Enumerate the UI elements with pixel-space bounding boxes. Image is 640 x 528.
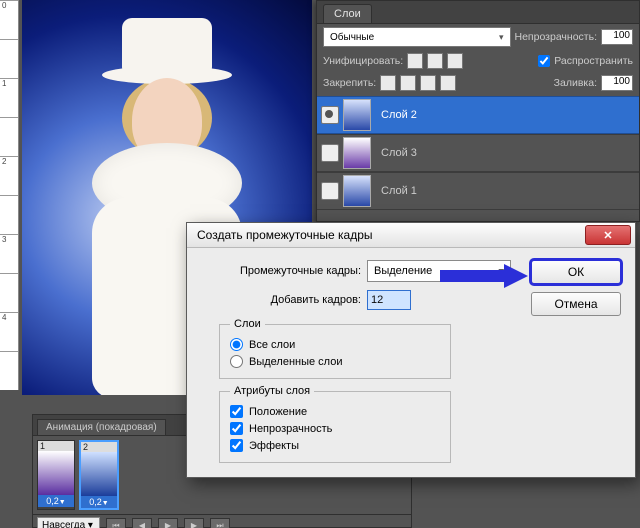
opacity-label: Непрозрачность: — [515, 31, 598, 43]
prev-frame-button[interactable]: ◀ — [132, 518, 152, 528]
effects-option[interactable]: Эффекты — [230, 437, 440, 454]
frame-delay[interactable]: 0,2▼ — [38, 495, 74, 507]
frame-thumbnail — [38, 451, 74, 495]
position-label: Положение — [249, 406, 307, 418]
effects-checkbox[interactable] — [230, 439, 243, 452]
cancel-button[interactable]: Отмена — [531, 292, 621, 316]
propagate-checkbox[interactable] — [538, 55, 550, 67]
tab-layers[interactable]: Слои — [323, 4, 372, 23]
close-button[interactable]: ✕ — [585, 225, 631, 245]
unify-label: Унифицировать: — [323, 55, 403, 67]
vertical-ruler: 0 1 2 3 4 — [0, 0, 19, 390]
selected-layers-option[interactable]: Выделенные слои — [230, 353, 440, 370]
frame-delay[interactable]: 0,2▼ — [81, 496, 117, 508]
unify-style-icon[interactable] — [447, 53, 463, 69]
layers-list: Слой 2 Слой 3 Слой 1 — [317, 96, 639, 210]
layer-name[interactable]: Слой 3 — [381, 147, 417, 159]
layer-row[interactable]: Слой 3 — [317, 134, 639, 172]
all-layers-label: Все слои — [249, 339, 295, 351]
layer-thumbnail — [343, 137, 371, 169]
visibility-toggle-icon[interactable] — [321, 182, 339, 200]
position-checkbox[interactable] — [230, 405, 243, 418]
animation-frame[interactable]: 1 0,2▼ — [37, 440, 75, 510]
layer-row[interactable]: Слой 1 — [317, 172, 639, 210]
fill-label: Заливка: — [554, 77, 597, 89]
layer-thumbnail — [343, 175, 371, 207]
opacity-label-cb: Непрозрачность — [249, 423, 332, 435]
tab-animation[interactable]: Анимация (покадровая) — [37, 419, 166, 435]
lock-label: Закрепить: — [323, 77, 376, 89]
unify-position-icon[interactable] — [407, 53, 423, 69]
lock-transparency-icon[interactable] — [380, 75, 396, 91]
visibility-toggle-icon[interactable] — [321, 144, 339, 162]
layer-row[interactable]: Слой 2 — [317, 96, 639, 134]
visibility-toggle-icon[interactable] — [321, 106, 339, 124]
opacity-option[interactable]: Непрозрачность — [230, 420, 440, 437]
first-frame-button[interactable]: ⏮ — [106, 518, 126, 528]
layer-name[interactable]: Слой 1 — [381, 185, 417, 197]
parameters-group: Атрибуты слоя Положение Непрозрачность Э… — [219, 385, 451, 463]
layers-legend: Слои — [230, 318, 265, 330]
lock-position-icon[interactable] — [420, 75, 436, 91]
layer-thumbnail — [343, 99, 371, 131]
last-frame-button[interactable]: ⏭ — [210, 518, 230, 528]
blend-mode-value: Обычные — [330, 32, 374, 43]
tween-dialog: Создать промежуточные кадры ✕ Промежуточ… — [186, 222, 636, 478]
tween-with-value: Выделение — [374, 265, 432, 277]
next-frame-button[interactable]: ▶ — [184, 518, 204, 528]
all-layers-radio[interactable] — [230, 338, 243, 351]
effects-label: Эффекты — [249, 440, 299, 452]
dialog-title: Создать промежуточные кадры — [197, 228, 373, 242]
unify-visibility-icon[interactable] — [427, 53, 443, 69]
frame-index: 2 — [81, 442, 117, 452]
loop-select[interactable]: Навсегда ▾ — [37, 517, 100, 528]
opacity-field[interactable]: 100 — [601, 29, 633, 45]
loop-value: Навсегда — [42, 520, 85, 528]
ok-button[interactable]: ОК — [531, 260, 621, 284]
animation-frame[interactable]: 2 0,2▼ — [79, 440, 119, 510]
blend-mode-select[interactable]: Обычные ▾ — [323, 27, 511, 47]
layers-panel: Слои Обычные ▾ Непрозрачность: 100 Унифи… — [316, 0, 640, 222]
lock-all-icon[interactable] — [440, 75, 456, 91]
play-button[interactable]: ▶ — [158, 518, 178, 528]
selected-layers-label: Выделенные слои — [249, 356, 342, 368]
layer-name[interactable]: Слой 2 — [381, 109, 417, 121]
frames-to-add-input[interactable] — [367, 290, 411, 310]
fill-field[interactable]: 100 — [601, 75, 633, 91]
dialog-titlebar[interactable]: Создать промежуточные кадры ✕ — [187, 223, 635, 248]
chevron-down-icon: ▾ — [498, 265, 504, 278]
position-option[interactable]: Положение — [230, 403, 440, 420]
chevron-down-icon: ▾ — [499, 32, 504, 43]
frame-thumbnail — [81, 452, 117, 496]
layers-group: Слои Все слои Выделенные слои — [219, 318, 451, 379]
parameters-legend: Атрибуты слоя — [230, 385, 314, 397]
close-icon: ✕ — [603, 229, 612, 242]
tween-with-label: Промежуточные кадры: — [201, 265, 367, 277]
frame-index: 1 — [38, 441, 74, 451]
propagate-label: Распространить — [554, 55, 633, 67]
all-layers-option[interactable]: Все слои — [230, 336, 440, 353]
tween-with-select[interactable]: Выделение ▾ — [367, 260, 511, 282]
opacity-checkbox[interactable] — [230, 422, 243, 435]
lock-image-icon[interactable] — [400, 75, 416, 91]
selected-layers-radio[interactable] — [230, 355, 243, 368]
frames-to-add-label: Добавить кадров: — [201, 294, 367, 306]
